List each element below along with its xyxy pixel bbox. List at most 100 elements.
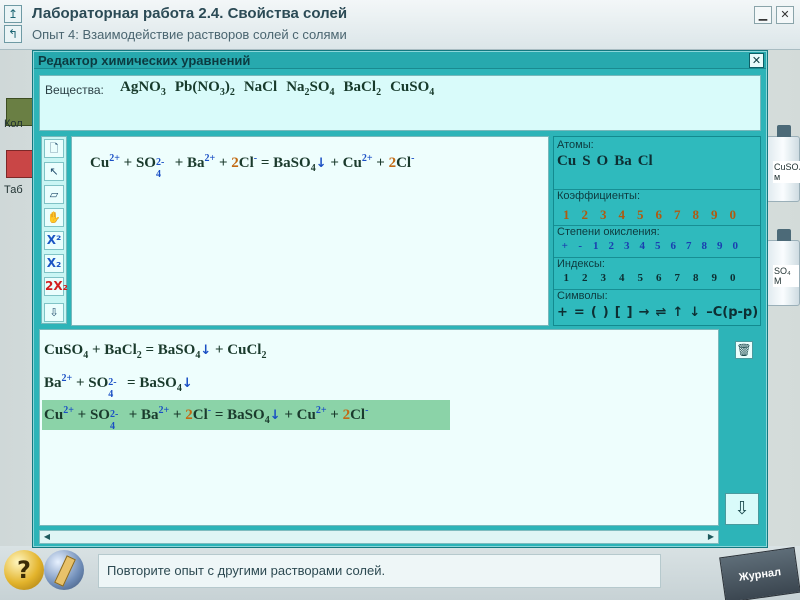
status-message: Повторите опыт с другими растворами соле…: [98, 554, 661, 588]
substance-item[interactable]: Pb(NO3)2: [175, 79, 235, 98]
tools-icon[interactable]: [44, 550, 84, 590]
coefficient-button[interactable]: 8: [687, 207, 706, 223]
oxidation-button[interactable]: 8: [697, 240, 713, 252]
coefficient-button[interactable]: 5: [631, 207, 650, 223]
oxidation-button[interactable]: 4: [635, 240, 651, 252]
scroll-right-icon[interactable]: ▶: [705, 532, 717, 542]
dialog-titlebar[interactable]: Редактор химических уравнений ✕: [34, 52, 766, 69]
substances-list: AgNO3 Pb(NO3)2 NaCl Na2SO4 BaCl2 CuSO4: [120, 79, 443, 98]
index-button[interactable]: 3: [594, 272, 613, 284]
superscript-icon[interactable]: X²: [44, 231, 64, 250]
experiment-subtitle: Опыт 4: Взаимодействие растворов солей с…: [32, 27, 347, 42]
journal-button[interactable]: Журнал: [719, 546, 800, 600]
symbol-button[interactable]: →: [639, 305, 650, 320]
reagent-bottle[interactable]: SO₄ М: [766, 229, 800, 306]
coefficients-title: Коэффициенты:: [557, 190, 641, 202]
trash-icon[interactable]: 🗑: [735, 341, 753, 359]
symbol-button[interactable]: (: [591, 305, 597, 320]
insert-down-icon[interactable]: ⇩: [725, 493, 759, 525]
atom-button[interactable]: Ba: [614, 153, 632, 170]
oxidation-row: + -1 2 3 4 5 6 7 8 9 0: [557, 240, 743, 252]
symbol-button[interactable]: ): [603, 305, 609, 320]
equations-history[interactable]: CuSO4 + BaCl2 = BaSO4↓ + CuCl2 Ba2+ + SO 2…: [39, 329, 719, 526]
substance-item[interactable]: NaCl: [244, 79, 277, 95]
close-icon[interactable]: ✕: [776, 6, 794, 24]
index-button[interactable]: 6: [650, 272, 669, 284]
arrow-up-icon[interactable]: ↥: [4, 5, 22, 23]
oxidation-button[interactable]: 1: [588, 240, 604, 252]
symbol-button[interactable]: ↓: [689, 305, 700, 320]
atom-button[interactable]: O: [597, 153, 609, 170]
oxidation-title: Степени окисления:: [557, 226, 660, 238]
subscript-icon[interactable]: X₂: [44, 254, 64, 273]
oxidation-button[interactable]: 3: [619, 240, 635, 252]
coefficient-button[interactable]: 1: [557, 207, 576, 223]
coefficient-button[interactable]: 9: [705, 207, 724, 223]
reagent-bottle[interactable]: CuSO₄ м: [766, 125, 800, 202]
indices-title: Индексы:: [557, 258, 605, 270]
atom-button[interactable]: Cl: [638, 153, 653, 170]
symbol-button[interactable]: ↑: [672, 305, 683, 320]
index-button[interactable]: 7: [668, 272, 687, 284]
table-icon[interactable]: [6, 150, 34, 178]
cursor-icon[interactable]: ↖: [44, 162, 64, 181]
window-controls: ▁ ✕: [754, 6, 794, 24]
oxidation-button[interactable]: 0: [728, 240, 744, 252]
index-button[interactable]: 2: [576, 272, 595, 284]
symbol-button[interactable]: +: [557, 305, 568, 320]
app-header: ↥ ↰ Лабораторная работа 2.4. Свойства со…: [0, 0, 800, 50]
new-doc-icon[interactable]: 🗋: [44, 139, 64, 158]
horizontal-scrollbar[interactable]: ◀ ▶: [39, 530, 719, 544]
oxidation-button[interactable]: 9: [712, 240, 728, 252]
history-equation[interactable]: Cu2+ + SO 2- 4 + Ba2+ + 2Cl- = BaSO4↓ + Cu…: [42, 400, 450, 432]
oxidation-button[interactable]: 5: [650, 240, 666, 252]
coefficient-button[interactable]: 7: [668, 207, 687, 223]
symbol-button[interactable]: ]: [627, 305, 633, 320]
arrow-back-icon[interactable]: ↰: [4, 25, 22, 43]
oxidation-button[interactable]: 2: [604, 240, 620, 252]
oxidation-button[interactable]: +: [557, 240, 573, 252]
substance-item[interactable]: CuSO4: [390, 79, 434, 98]
symbol-palette: Атомы: Cu S O Ba Cl Коэффициенты: 1234567890…: [553, 136, 761, 326]
atom-button[interactable]: S: [582, 153, 590, 170]
history-equation[interactable]: Ba2+ + SO 2- 4 = BaSO4↓: [44, 374, 193, 401]
eraser-icon[interactable]: ▱: [44, 185, 64, 204]
substance-item[interactable]: AgNO3: [120, 79, 166, 98]
index-button[interactable]: 1: [557, 272, 576, 284]
symbol-button[interactable]: ⇌: [656, 305, 667, 320]
index-button[interactable]: 4: [613, 272, 632, 284]
oxidation-button[interactable]: 7: [681, 240, 697, 252]
hand-icon[interactable]: ✋: [44, 208, 64, 227]
index-button[interactable]: 9: [705, 272, 724, 284]
substance-item[interactable]: Na2SO4: [286, 79, 334, 98]
insert-down-icon[interactable]: ⇩: [44, 303, 64, 322]
history-equation[interactable]: CuSO4 + BaCl2 = BaSO4↓ + CuCl2: [44, 342, 266, 361]
symbol-button[interactable]: =: [574, 305, 585, 320]
minimize-icon[interactable]: ▁: [754, 6, 772, 24]
index-button[interactable]: 0: [724, 272, 743, 284]
coefficient-button[interactable]: 2: [576, 207, 595, 223]
symbol-button[interactable]: –C(р-р): [706, 305, 758, 320]
scroll-left-icon[interactable]: ◀: [41, 532, 53, 542]
coefficient-button[interactable]: 3: [594, 207, 613, 223]
coefficient-icon[interactable]: 2X₂: [44, 277, 68, 296]
substance-item[interactable]: BaCl2: [344, 79, 382, 98]
lab-title: Лабораторная работа 2.4. Свойства солей: [32, 5, 348, 22]
symbol-button[interactable]: [: [615, 305, 621, 320]
current-equation: Cu2+ + SO 2- 4 + Ba2+ + 2Cl- = BaSO4↓ + Cu…: [90, 153, 415, 181]
equation-edit-area[interactable]: Cu2+ + SO 2- 4 + Ba2+ + 2Cl- = BaSO4↓ + Cu…: [71, 136, 549, 326]
index-button[interactable]: 8: [687, 272, 706, 284]
help-icon[interactable]: ?: [4, 550, 44, 590]
substances-panel: Вещества: AgNO3 Pb(NO3)2 NaCl Na2SO4 BaCl2 Cu…: [39, 75, 761, 131]
oxidation-button[interactable]: 6: [666, 240, 682, 252]
atom-button[interactable]: Cu: [557, 153, 576, 170]
coefficient-button[interactable]: 0: [724, 207, 743, 223]
substances-label: Вещества:: [45, 83, 104, 97]
coefficient-button[interactable]: 6: [650, 207, 669, 223]
coefficient-button[interactable]: 4: [613, 207, 632, 223]
close-icon[interactable]: ✕: [749, 53, 764, 68]
oxidation-button[interactable]: -: [573, 240, 589, 252]
index-button[interactable]: 5: [631, 272, 650, 284]
atoms-title: Атомы:: [557, 139, 594, 151]
bottle-label: SO₄ М: [773, 265, 799, 287]
